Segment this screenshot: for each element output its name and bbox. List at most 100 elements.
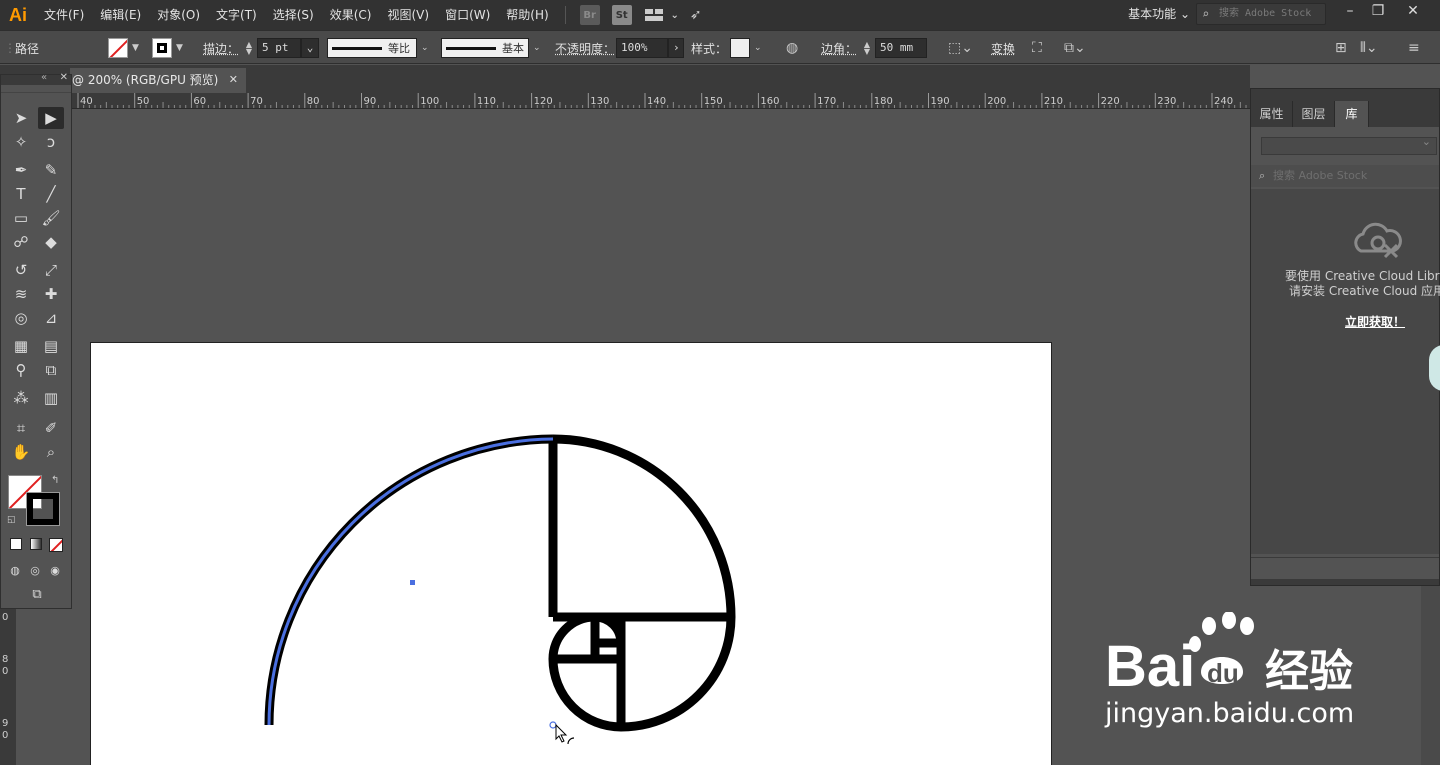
restore-button[interactable]: ❐: [1363, 0, 1393, 24]
spiral-arc[interactable]: [552, 434, 736, 618]
panel-menu-icon[interactable]: ≡: [1408, 31, 1420, 65]
shaper-tool-icon[interactable]: ☍: [8, 231, 34, 253]
draw-behind-icon[interactable]: ◎: [25, 559, 45, 581]
lasso-icon[interactable]: ↄ: [38, 131, 64, 153]
menu-type[interactable]: 文字(T): [208, 0, 265, 30]
stroke-swatch[interactable]: ▼: [152, 31, 183, 65]
corner-input[interactable]: 50 mm: [875, 38, 927, 58]
tab-properties[interactable]: 属性: [1251, 101, 1293, 127]
recolor-icon[interactable]: ◍: [786, 31, 798, 65]
stepper-icon[interactable]: ▲ ▼: [862, 41, 872, 56]
align-panel-icon[interactable]: ⊞: [1335, 31, 1347, 65]
toolbox-grip[interactable]: [1, 85, 71, 93]
workspace-switcher[interactable]: 基本功能 ⌄: [1128, 5, 1190, 22]
path-center-point[interactable]: [410, 580, 415, 585]
vertical-ruler[interactable]: 08090: [0, 608, 16, 765]
artwork[interactable]: [91, 343, 1053, 765]
library-search-input[interactable]: ⌕ 搜索 Adobe Stock: [1251, 165, 1439, 187]
stepper-icon[interactable]: ▲ ▼: [244, 41, 254, 56]
chevron-down-icon[interactable]: ⌄: [301, 38, 319, 58]
draw-normal-icon[interactable]: ◍: [5, 559, 25, 581]
stroke-weight-input[interactable]: 5 pt: [257, 38, 301, 58]
artboard[interactable]: [90, 342, 1052, 765]
corner-control[interactable]: ▲ ▼ 50 mm: [862, 31, 927, 65]
swap-colors-icon[interactable]: ↰: [51, 475, 59, 486]
distribute-icon[interactable]: ⫴⌄: [1360, 31, 1378, 65]
eraser-icon[interactable]: ◆: [38, 231, 64, 253]
selection-tool-icon[interactable]: ➤: [8, 107, 34, 129]
screen-mode-icon[interactable]: ⧉: [23, 583, 51, 605]
slice-tool-icon[interactable]: ✐: [38, 417, 64, 439]
column-graph-icon[interactable]: ▥: [38, 387, 64, 409]
tab-layers[interactable]: 图层: [1293, 101, 1335, 127]
magic-wand-icon[interactable]: ✧: [8, 131, 34, 153]
anchor-point[interactable]: [549, 721, 557, 729]
stock-icon[interactable]: St: [611, 5, 632, 25]
arrange-icon[interactable]: ⧉⌄: [1064, 31, 1086, 65]
close-button[interactable]: ✕: [1398, 0, 1428, 24]
vertical-scrollbar[interactable]: [1421, 586, 1440, 765]
default-colors-icon[interactable]: ◱: [7, 515, 16, 525]
draw-inside-icon[interactable]: ◉: [45, 559, 65, 581]
puppet-warp-icon[interactable]: ✚: [38, 283, 64, 305]
eyedropper-icon[interactable]: ⚲: [8, 359, 34, 381]
hand-tool-icon[interactable]: ✋: [8, 441, 34, 463]
zoom-tool-icon[interactable]: ⌕: [38, 441, 64, 463]
spiral-arc[interactable]: [548, 612, 596, 660]
stock-search-input[interactable]: ⌕ 搜索 Adobe Stock: [1196, 3, 1326, 25]
panel-resize-grip[interactable]: [1251, 579, 1439, 585]
close-icon[interactable]: ✕: [60, 72, 68, 83]
spiral-arc[interactable]: [548, 658, 622, 732]
menu-view[interactable]: 视图(V): [379, 0, 437, 30]
free-transform-icon[interactable]: ◎: [8, 307, 34, 329]
curvature-tool-icon[interactable]: ✎: [38, 159, 64, 181]
menu-effect[interactable]: 效果(C): [322, 0, 380, 30]
rotate-tool-icon[interactable]: ↺: [8, 259, 34, 281]
type-tool-icon[interactable]: T: [8, 183, 34, 205]
chevron-down-icon[interactable]: ⌄: [670, 5, 680, 25]
spiral-arc[interactable]: [620, 616, 736, 732]
menu-help[interactable]: 帮助(H): [498, 0, 556, 30]
scale-tool-icon[interactable]: ⤢: [38, 259, 64, 281]
rocket-icon[interactable]: ➶: [686, 5, 706, 25]
color-mode-icon[interactable]: [10, 538, 22, 550]
align-to-icon[interactable]: ⬚⌄: [948, 31, 973, 65]
brush-definition[interactable]: 基本 ⌄: [441, 31, 541, 65]
bridge-icon[interactable]: Br: [579, 5, 600, 25]
gradient-tool-icon[interactable]: ▤: [38, 335, 64, 357]
stroke-weight-control[interactable]: ▲ ▼ 5 pt ⌄: [244, 31, 319, 65]
pen-tool-icon[interactable]: ✒: [8, 159, 34, 181]
stroke-label[interactable]: 描边：: [203, 31, 239, 65]
rectangle-tool-icon[interactable]: ▭: [8, 207, 34, 229]
none-mode-icon[interactable]: [49, 538, 63, 552]
isolate-icon[interactable]: ⛶: [1032, 31, 1042, 65]
menu-edit[interactable]: 编辑(E): [92, 0, 149, 30]
arrange-documents-icon[interactable]: [644, 5, 664, 25]
menu-window[interactable]: 窗口(W): [437, 0, 498, 30]
chevron-right-icon[interactable]: ›: [668, 38, 684, 58]
line-tool-icon[interactable]: ╱: [38, 183, 64, 205]
opacity-label[interactable]: 不透明度：: [555, 31, 615, 65]
transform-link[interactable]: 变换: [991, 31, 1015, 65]
direct-selection-tool-icon[interactable]: ▶: [38, 107, 64, 129]
get-cc-link[interactable]: 立即获取！: [1345, 313, 1405, 330]
variable-width-profile[interactable]: 等比 ⌄: [327, 31, 429, 65]
canvas-area[interactable]: [72, 109, 1250, 765]
tab-libraries[interactable]: 库: [1335, 101, 1369, 127]
document-tab[interactable]: @ 200% (RGB/GPU 预览) ✕: [70, 68, 246, 93]
close-icon[interactable]: ✕: [229, 68, 238, 92]
minimize-button[interactable]: –: [1335, 0, 1365, 24]
corner-label[interactable]: 边角：: [821, 31, 857, 65]
blend-tool-icon[interactable]: ⧉: [38, 359, 64, 381]
gradient-mode-icon[interactable]: [30, 538, 42, 550]
artboard-tool-icon[interactable]: ⌗: [8, 417, 34, 439]
paintbrush-icon[interactable]: 🖌: [38, 207, 64, 229]
menu-file[interactable]: 文件(F): [36, 0, 92, 30]
stroke-color-box[interactable]: [26, 492, 60, 526]
opacity-input[interactable]: 100%: [616, 38, 668, 58]
perspective-grid-icon[interactable]: ⊿: [38, 307, 64, 329]
warp-tool-icon[interactable]: ≋: [8, 283, 34, 305]
graphic-style-picker[interactable]: ⌄: [730, 31, 762, 65]
fill-swatch[interactable]: ▼: [108, 31, 139, 65]
library-dropdown[interactable]: [1261, 135, 1437, 155]
